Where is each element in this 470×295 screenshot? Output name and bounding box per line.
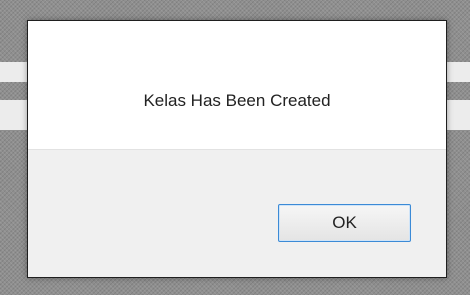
ok-button[interactable]: OK — [278, 204, 411, 242]
alert-dialog: Kelas Has Been Created OK — [27, 20, 447, 278]
dialog-message: Kelas Has Been Created — [143, 91, 331, 110]
dialog-footer: OK — [28, 149, 446, 277]
